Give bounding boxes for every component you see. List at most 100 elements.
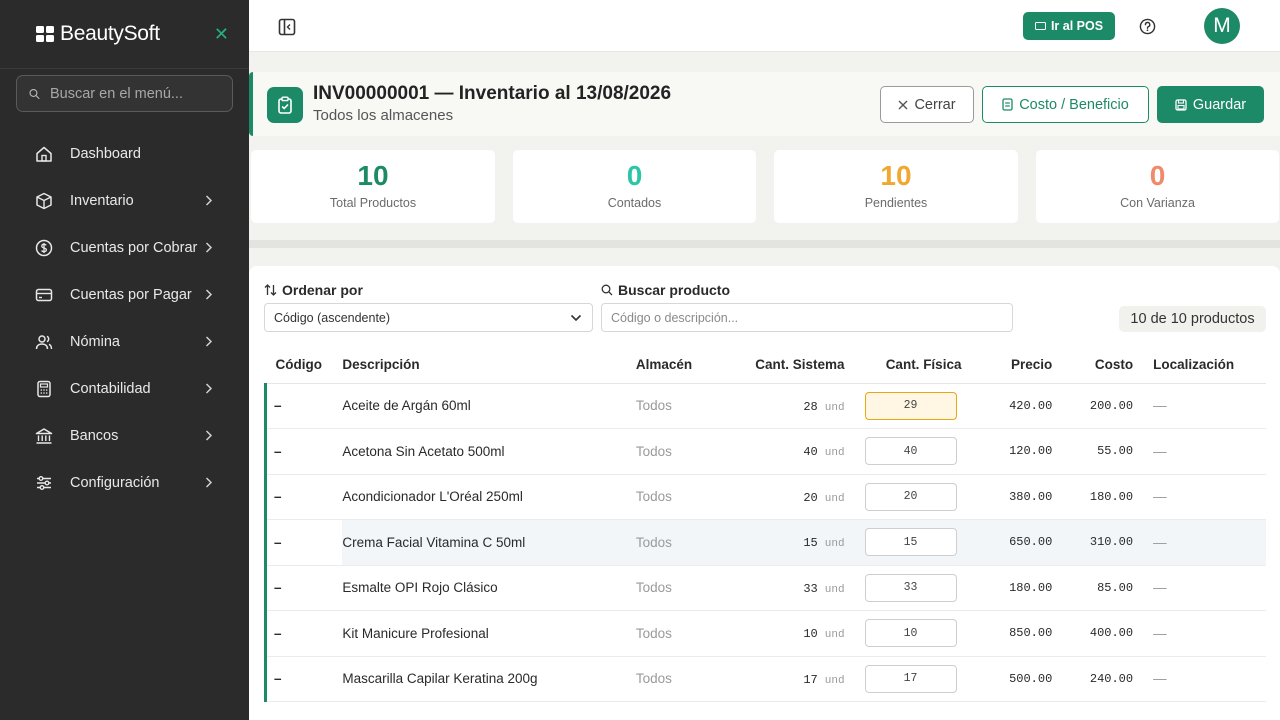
sort-select[interactable]: Código (ascendente) — [264, 303, 593, 332]
cell-description: Esmalte OPI Rojo Clásico — [342, 565, 636, 611]
inventory-panel: Ordenar por Código (ascendente) Buscar p… — [249, 266, 1280, 720]
table-row[interactable]: –Aceite de Argán 60mlTodos 28 und 420.00200… — [264, 383, 1266, 429]
col-header-code[interactable]: Código — [265, 346, 343, 384]
product-search-field[interactable] — [601, 303, 1013, 332]
sidebar-item-cuentas-por-cobrar[interactable]: Cuentas por Cobrar — [0, 224, 249, 271]
physical-qty-input[interactable] — [864, 437, 957, 466]
user-avatar[interactable]: M — [1204, 8, 1240, 44]
cell-warehouse: Todos — [635, 656, 731, 702]
table-row[interactable]: – Mascarilla Capilar Keratina 200g Todos 17… — [264, 656, 1266, 702]
sidebar-item-dashboard[interactable]: Dashboard — [0, 130, 249, 177]
cell-code: – — [264, 474, 343, 520]
help-icon[interactable] — [1139, 18, 1156, 35]
cell-physical-qty — [844, 428, 973, 475]
card-icon — [34, 285, 54, 305]
cell-location: — — [1133, 428, 1266, 475]
table-row[interactable]: –Kit Manicure ProfesionalTodos 10 und 850.0… — [264, 610, 1266, 657]
stat-label: Contados — [607, 196, 662, 210]
go-to-pos-button[interactable]: Ir al POS — [1023, 12, 1115, 40]
sidebar-item-label: Dashboard — [70, 145, 141, 162]
cell-warehouse: Todos — [635, 428, 731, 475]
unit-label: und — [824, 401, 845, 414]
cell-price: 420.00 — [972, 383, 1053, 429]
sidebar-item-configuracion[interactable]: Configuración — [0, 459, 249, 506]
cell-system-qty: 10 und — [730, 610, 845, 657]
sidebar-item-label: Cuentas por Pagar — [70, 286, 192, 303]
chevron-right-icon — [205, 430, 215, 441]
close-sidebar-icon[interactable]: ✕ — [214, 24, 229, 45]
stat-value: 0 — [1149, 160, 1166, 191]
menu-search-input[interactable] — [50, 85, 220, 102]
cell-location: — — [1133, 519, 1266, 566]
search-icon — [29, 88, 40, 99]
stat-value: 10 — [880, 160, 912, 191]
brand-name: BeautySoft — [60, 22, 160, 45]
col-header-location[interactable]: Localización — [1133, 346, 1266, 384]
sidebar-item-contabilidad[interactable]: Contabilidad — [0, 365, 249, 412]
cell-warehouse: Todos — [635, 474, 731, 520]
page-title: INV00000001 — Inventario al 13/08/2026 — [313, 83, 672, 104]
table-row[interactable]: –Acondicionador L'Oréal 250mlTodos 20 und 3… — [264, 474, 1266, 520]
cell-code: – — [264, 519, 343, 566]
col-header-warehouse[interactable]: Almacén — [635, 346, 731, 384]
stat-label: Total Productos — [329, 196, 417, 210]
physical-qty-input[interactable] — [864, 391, 957, 420]
close-button[interactable]: Cerrar — [880, 86, 974, 123]
clipboard-icon — [267, 87, 303, 123]
sidebar-toggle-icon[interactable] — [277, 17, 297, 37]
stat-label: Pendientes — [864, 196, 928, 210]
chevron-right-icon — [205, 477, 215, 488]
sidebar-item-cuentas-por-pagar[interactable]: Cuentas por Pagar — [0, 271, 249, 318]
chevron-right-icon — [205, 383, 215, 394]
close-icon — [898, 100, 908, 110]
table-row[interactable]: –Acetona Sin Acetato 500mlTodos 40 und 120.… — [264, 428, 1266, 475]
sidebar-item-inventario[interactable]: Inventario — [0, 177, 249, 224]
cell-system-qty: 15 und — [730, 519, 845, 566]
page-subtitle: Todos los almacenes — [313, 107, 454, 124]
cell-price: 500.00 — [972, 656, 1053, 702]
col-header-physical-qty[interactable]: Cant. Física — [844, 346, 973, 384]
inventory-table: Código Descripción Almacén Cant. Sistema… — [264, 346, 1266, 702]
sidebar-item-label: Configuración — [70, 474, 160, 491]
physical-qty-input[interactable] — [864, 573, 957, 602]
cell-code: – — [264, 656, 343, 702]
sidebar-item-label: Bancos — [70, 427, 119, 444]
physical-qty-input[interactable] — [864, 482, 957, 511]
cell-warehouse: Todos — [635, 519, 731, 566]
sidebar-item-nomina[interactable]: Nómina — [0, 318, 249, 365]
table-row[interactable]: –Crema Facial Vitamina C 50mlTodos 15 und 6… — [264, 519, 1266, 566]
col-header-description[interactable]: Descripción — [342, 346, 636, 384]
menu-search[interactable] — [16, 75, 233, 112]
cell-physical-qty — [844, 565, 973, 611]
cell-price: 650.00 — [972, 519, 1053, 566]
cell-system-qty: 40 und — [730, 428, 845, 475]
physical-qty-input[interactable] — [864, 619, 957, 648]
cell-location: — — [1133, 656, 1266, 702]
sidebar-item-label: Inventario — [70, 192, 134, 209]
product-search-input[interactable] — [602, 304, 1012, 331]
cell-warehouse: Todos — [635, 610, 731, 657]
chevron-right-icon — [205, 289, 215, 300]
cell-cost: 240.00 — [1052, 656, 1134, 702]
col-header-cost[interactable]: Costo — [1052, 346, 1134, 384]
bank-icon — [34, 426, 54, 446]
cell-physical-qty — [844, 519, 973, 566]
stat-pending: 10 Pendientes — [774, 150, 1018, 223]
physical-qty-input[interactable] — [864, 528, 957, 557]
sidebar-item-label: Cuentas por Cobrar — [70, 239, 198, 256]
chevron-down-icon — [570, 311, 582, 325]
table-row[interactable]: –Esmalte OPI Rojo ClásicoTodos 33 und 180.0… — [264, 565, 1266, 611]
col-header-price[interactable]: Precio — [972, 346, 1053, 384]
cell-system-qty: 17 und — [730, 656, 845, 702]
cash-icon — [1034, 22, 1046, 30]
col-header-system-qty[interactable]: Cant. Sistema — [730, 346, 845, 384]
sort-label: Ordenar por — [264, 282, 363, 298]
cell-system-qty: 20 und — [730, 474, 845, 520]
physical-qty-input[interactable] — [864, 664, 957, 693]
cost-benefit-button[interactable]: Costo / Beneficio — [982, 86, 1149, 123]
search-product-label: Buscar producto — [601, 282, 730, 298]
cell-code: – — [264, 383, 343, 429]
section-divider — [249, 240, 1280, 248]
save-button[interactable]: Guardar — [1157, 86, 1264, 123]
sidebar-item-bancos[interactable]: Bancos — [0, 412, 249, 459]
